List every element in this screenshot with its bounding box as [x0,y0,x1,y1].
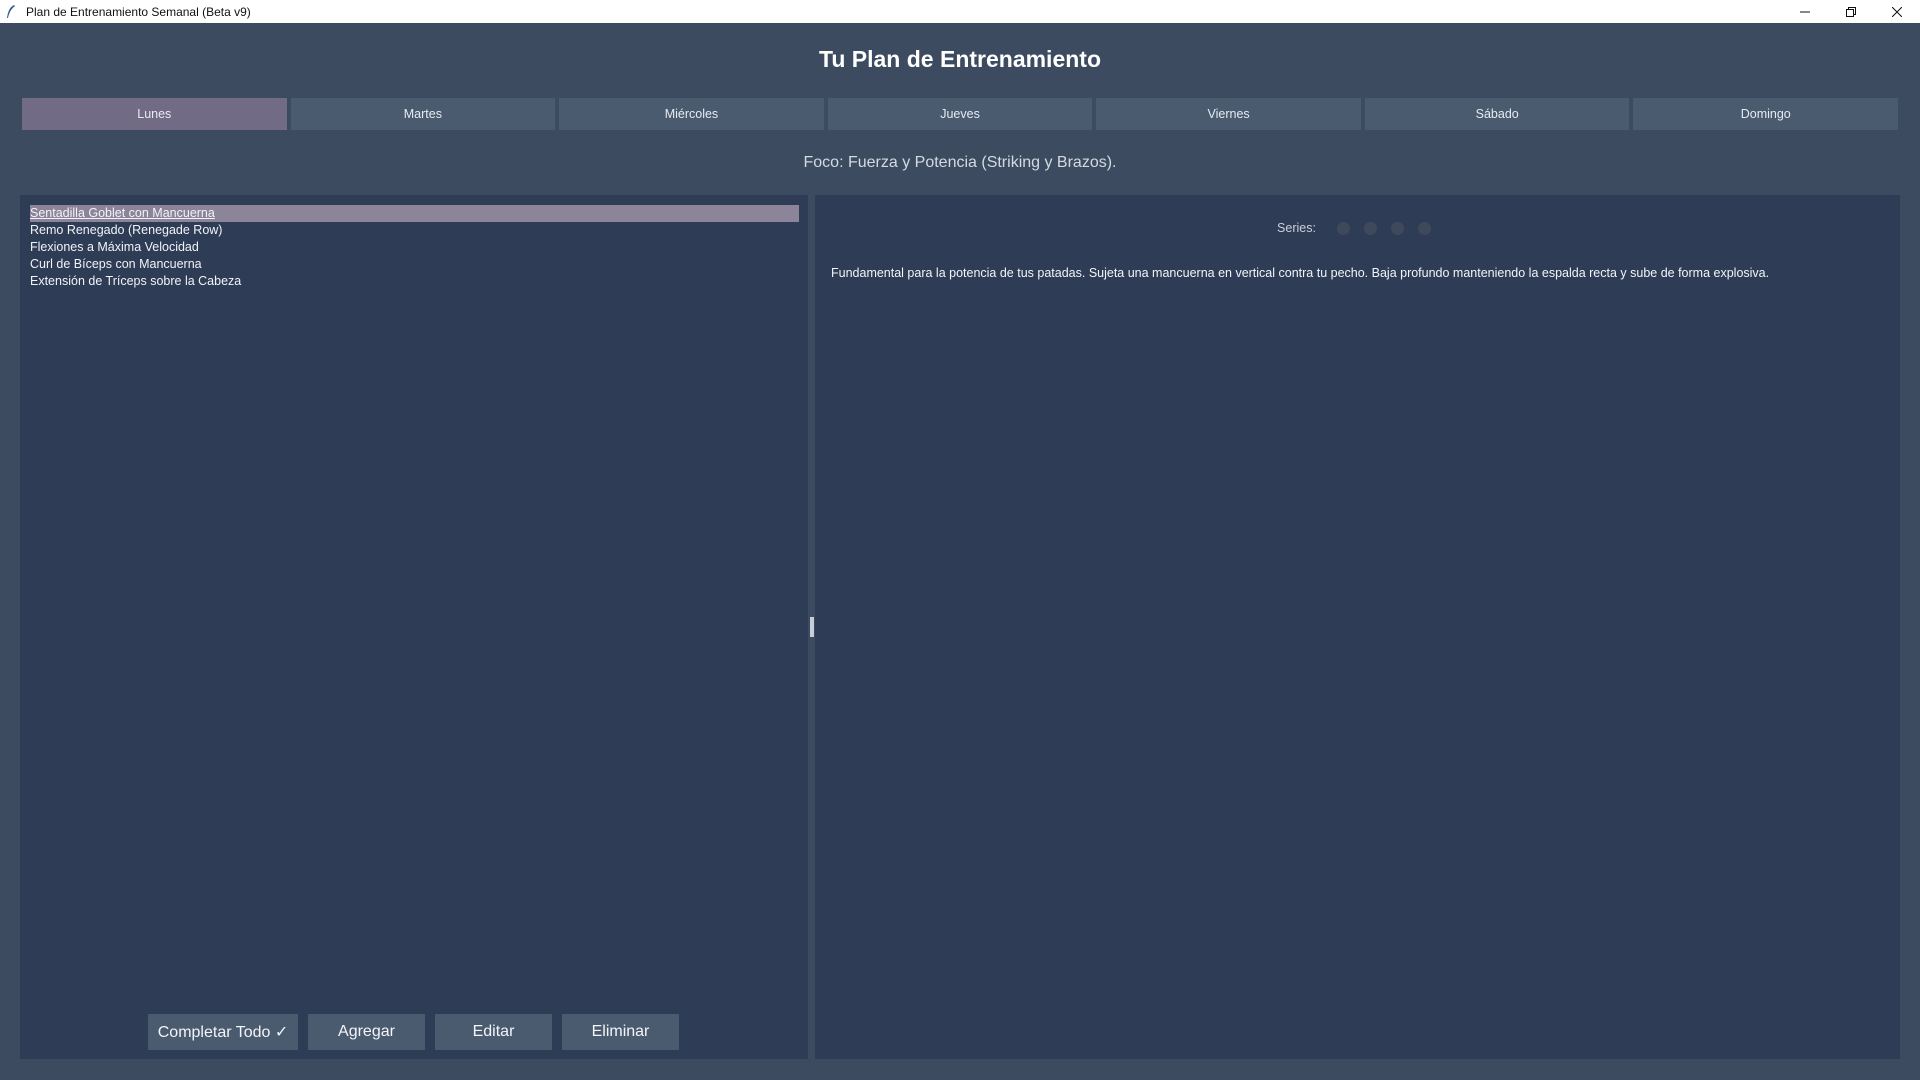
series-dot[interactable] [1390,221,1404,235]
exercise-list[interactable]: Sentadilla Goblet con Mancuerna Remo Ren… [30,205,799,290]
window-title: Plan de Entrenamiento Semanal (Beta v9) [26,4,251,19]
series-dot[interactable] [1336,221,1350,235]
list-item[interactable]: Flexiones a Máxima Velocidad [30,239,799,256]
day-focus: Foco: Fuerza y Potencia (Striking y Braz… [803,154,1117,171]
series-label: Series: [1277,221,1316,235]
add-button[interactable]: Agregar [308,1014,425,1050]
pane-splitter[interactable] [808,195,815,1059]
exercise-panel: Sentadilla Goblet con Mancuerna Remo Ren… [20,195,808,1059]
list-item[interactable]: Extensión de Tríceps sobre la Cabeza [30,273,799,290]
tab-viernes[interactable]: Viernes [1096,98,1361,130]
tab-martes[interactable]: Martes [290,98,556,130]
series-tracker: Series: [815,221,1900,235]
close-icon [1892,6,1902,17]
page-title: Tu Plan de Entrenamiento [819,46,1101,72]
delete-button[interactable]: Eliminar [562,1014,679,1050]
tab-lunes[interactable]: Lunes [22,98,287,130]
edit-button[interactable]: Editar [435,1014,552,1050]
restore-button[interactable] [1828,0,1874,23]
minimize-button[interactable] [1782,0,1828,23]
window-title-bar: Plan de Entrenamiento Semanal (Beta v9) [0,0,1920,23]
list-item[interactable]: Remo Renegado (Renegade Row) [30,222,799,239]
tab-jueves[interactable]: Jueves [827,98,1093,130]
feather-icon [6,4,20,19]
series-dot[interactable] [1417,221,1431,235]
day-tabs: Lunes Martes Miércoles Jueves Viernes Sá… [22,98,1899,130]
close-button[interactable] [1874,0,1920,23]
minimize-icon [1800,11,1810,12]
complete-all-button[interactable]: Completar Todo ✓ [148,1014,298,1050]
exercise-description: Fundamental para la potencia de tus pata… [831,266,1770,280]
splitter-handle[interactable] [810,617,814,637]
action-buttons: Completar Todo ✓ Agregar Editar Eliminar [148,1014,679,1050]
tab-miercoles[interactable]: Miércoles [559,98,824,130]
tab-sabado[interactable]: Sábado [1364,98,1630,130]
restore-icon [1846,6,1856,17]
list-item[interactable]: Sentadilla Goblet con Mancuerna [30,205,799,222]
tab-domingo[interactable]: Domingo [1633,98,1899,130]
series-dot[interactable] [1363,221,1377,235]
list-item[interactable]: Curl de Bíceps con Mancuerna [30,256,799,273]
detail-panel: Series: Fundamental para la potencia de … [815,195,1900,1059]
